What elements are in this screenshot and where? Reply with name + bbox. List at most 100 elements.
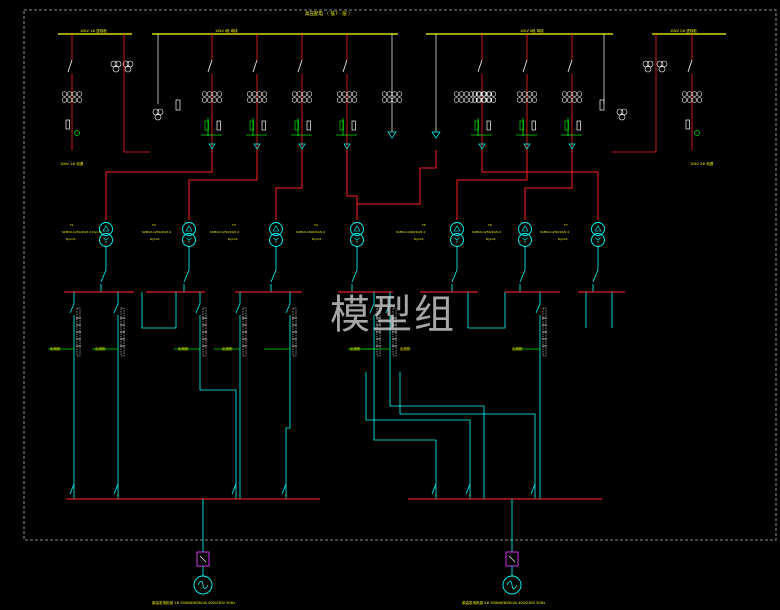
ct-coil <box>61 91 68 97</box>
emergency-breaker <box>530 483 536 495</box>
ct-coil <box>261 91 268 97</box>
watermark-text: 模型组 <box>330 292 456 338</box>
ct-coil <box>301 97 308 103</box>
ct-coil <box>216 97 223 103</box>
ct-coil <box>201 97 208 103</box>
ct-coil <box>686 91 693 97</box>
hv-feeder-panel <box>561 34 583 150</box>
ct-coil <box>468 97 475 103</box>
breaker-contact <box>207 59 213 73</box>
breaker-contact <box>477 59 483 73</box>
transformer-sub: Dyn11 <box>150 237 160 241</box>
lv-feeder <box>92 292 125 372</box>
ct-coil <box>463 91 470 97</box>
wye-mark <box>186 237 192 243</box>
ct-coil <box>246 91 253 97</box>
emergency-feeder <box>285 372 291 499</box>
emergency-breaker <box>231 483 237 495</box>
outgoing-label: 出线柜 <box>95 346 106 351</box>
ct-coil <box>396 91 403 97</box>
lv-feeder <box>514 292 547 372</box>
transformer-id: T1 <box>69 223 74 227</box>
transformer-spec: SCB10-1250/10/0.4 Dyn11 <box>62 230 102 234</box>
breaker-contact <box>687 59 693 73</box>
ct-coil <box>246 97 253 103</box>
lv-feeder <box>48 292 81 372</box>
feeder-switch <box>285 303 291 314</box>
meter <box>694 130 700 136</box>
ct-coil <box>291 91 298 97</box>
breaker-contact <box>297 59 303 73</box>
drawing-frame <box>23 9 777 541</box>
transformer-spec: SCB10-1600/10/0.4 <box>296 230 325 234</box>
lv-breaker <box>100 269 107 283</box>
ct-coil <box>341 97 348 103</box>
transformer-labels: T1 SCB10-1250/10/0.4 Dyn11 Dyn11 T2 SCB1… <box>62 223 569 241</box>
hv-incomer-panel <box>612 34 703 153</box>
transformer-id: T6 <box>487 223 492 227</box>
ct-coil <box>561 91 568 97</box>
lv-feeder <box>174 292 207 372</box>
transformer-id: T5 <box>421 223 426 227</box>
fuse-box <box>175 99 181 111</box>
ct-coil <box>696 91 703 97</box>
breaker-contact <box>252 59 258 73</box>
pt-coil <box>644 65 652 73</box>
ct-coil <box>71 97 78 103</box>
ct-coil <box>571 97 578 103</box>
hv-pt-panel <box>152 34 628 139</box>
breaker-contact <box>522 59 528 73</box>
delta-mark <box>272 225 280 232</box>
ct-coil <box>516 97 523 103</box>
delta-mark <box>594 225 602 232</box>
fuse-box <box>599 99 605 111</box>
wye-mark <box>522 237 528 243</box>
diesel-generator <box>502 499 522 595</box>
ct-coil <box>76 97 83 103</box>
delta-mark <box>521 225 529 232</box>
ct-coil <box>291 97 298 103</box>
ct-coil <box>261 97 268 103</box>
cable-head <box>387 131 397 139</box>
ct-coil <box>306 91 313 97</box>
lv-breaker <box>351 269 358 283</box>
pt-coil <box>154 113 162 121</box>
hv-cable-routes <box>105 150 599 220</box>
ct-coil <box>251 97 258 103</box>
fuse-box <box>216 120 221 131</box>
outgoing-label: 出线柜 <box>178 346 189 351</box>
lv-breaker <box>270 269 277 283</box>
pt-coil <box>618 113 626 121</box>
ct-coil <box>336 91 343 97</box>
ct-coil <box>351 91 358 97</box>
generators <box>193 499 522 595</box>
delta-mark <box>353 225 361 232</box>
ct-coil <box>696 97 703 103</box>
diesel-generator <box>193 499 213 595</box>
ct-coil <box>66 97 73 103</box>
emergency-breaker <box>69 483 75 495</box>
ct-coil <box>576 97 583 103</box>
transformer-spec: SCB10-1600/10/0.4 <box>396 230 425 234</box>
hv-feeder-panel <box>336 34 358 150</box>
transformer-symbol <box>269 222 283 292</box>
fuse-box <box>351 120 356 131</box>
ct-coil <box>216 91 223 97</box>
wye-mark <box>354 237 360 243</box>
diagram-title: 高压配电 （ 低7 - 层 ） <box>305 10 353 17</box>
feeder-switch <box>69 303 75 314</box>
ct-coil <box>346 91 353 97</box>
ct-coil <box>256 91 263 97</box>
generator-label: 柴油发电机组 1# 500kW/625kVA 400/230V 50Hz <box>152 600 235 605</box>
ct-coil <box>681 91 688 97</box>
transformer-id: T4 <box>313 223 318 227</box>
ct-coil <box>521 97 528 103</box>
outgoing-label: 出线柜 <box>50 346 61 351</box>
ct-coil <box>386 97 393 103</box>
incomer-note: 10kV 2# 电源 <box>690 161 714 166</box>
incomer-note: 10kV 1# 电源 <box>60 161 84 166</box>
ct-coil <box>686 97 693 103</box>
ct-coil <box>391 97 398 103</box>
transformer-sub: Dyn11 <box>66 237 76 241</box>
ct-coil <box>66 91 73 97</box>
